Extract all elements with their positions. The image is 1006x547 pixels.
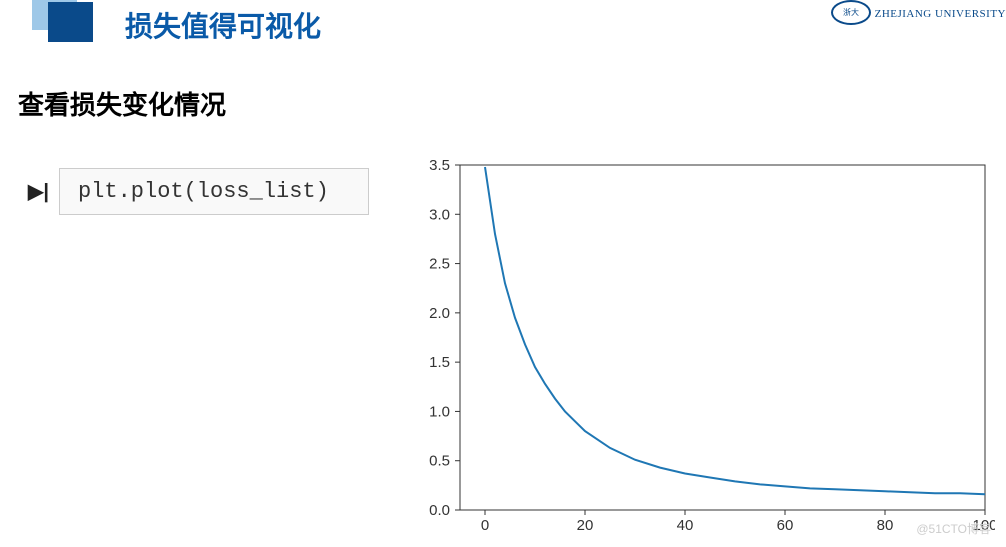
svg-text:2.0: 2.0 [429, 305, 450, 322]
page-title: 损失值得可视化 [125, 5, 321, 45]
svg-text:2.5: 2.5 [429, 256, 450, 273]
svg-text:0: 0 [481, 517, 489, 534]
svg-text:80: 80 [877, 517, 894, 534]
svg-text:3.0: 3.0 [429, 206, 450, 223]
code-cell-row: ▶| plt.plot(loss_list) [28, 168, 369, 215]
university-name: ZHEJIANG UNIVERSITY [875, 8, 1006, 20]
loss-chart: 0.00.51.01.52.02.53.03.5020406080100 [405, 155, 995, 540]
section-subtitle: 查看损失变化情况 [18, 85, 226, 122]
svg-text:0.0: 0.0 [429, 502, 450, 519]
svg-text:3.5: 3.5 [429, 157, 450, 174]
code-cell[interactable]: plt.plot(loss_list) [59, 168, 369, 215]
svg-text:20: 20 [577, 517, 594, 534]
svg-text:1.5: 1.5 [429, 354, 450, 371]
svg-text:40: 40 [677, 517, 694, 534]
svg-text:60: 60 [777, 517, 794, 534]
run-cell-icon[interactable]: ▶| [28, 179, 49, 204]
university-logo: 浙大 [831, 0, 871, 25]
svg-text:0.5: 0.5 [429, 453, 450, 470]
watermark: @51CTO博客 [916, 520, 991, 537]
code-content: plt.plot(loss_list) [78, 179, 329, 204]
svg-text:1.0: 1.0 [429, 403, 450, 420]
